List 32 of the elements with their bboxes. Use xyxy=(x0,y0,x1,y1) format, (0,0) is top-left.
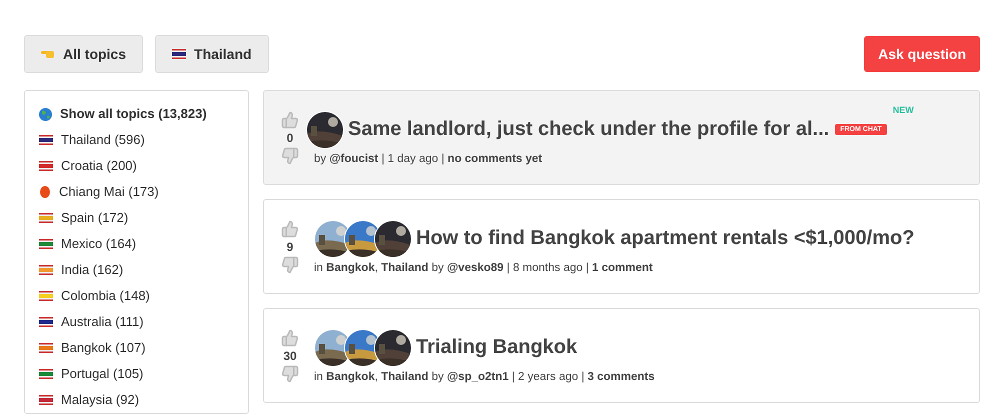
topic-link[interactable]: Croatia (200) xyxy=(39,157,248,175)
topic-link[interactable]: Colombia (148) xyxy=(39,287,248,305)
post-title[interactable]: Trialing Bangkok xyxy=(416,336,578,359)
upvote-icon[interactable] xyxy=(281,110,299,128)
topic-link[interactable]: Mexico (164) xyxy=(39,235,248,253)
upvote-icon[interactable] xyxy=(281,328,299,346)
post-meta: in Bangkok, Thailand by @vesko89 | 8 months ago | 1 comment xyxy=(314,262,654,274)
topic-link[interactable]: Spain (172) xyxy=(39,209,248,227)
vote-count: 30 xyxy=(283,348,297,362)
downvote-icon[interactable] xyxy=(281,364,299,382)
topic-link[interactable]: Show all topics (13,823) xyxy=(39,105,248,123)
filter-button[interactable]: All topics xyxy=(24,35,144,73)
upvote-icon[interactable] xyxy=(281,220,299,238)
filter-button[interactable]: Thailand xyxy=(155,35,269,73)
ask-question-button[interactable]: Ask question xyxy=(864,36,980,72)
vote-count: 0 xyxy=(286,130,294,144)
pointing-hand-icon xyxy=(41,49,55,59)
topic-link[interactable]: Chiang Mai (173) xyxy=(39,183,248,201)
downvote-icon[interactable] xyxy=(281,146,299,164)
post-title[interactable]: How to find Bangkok apartment rentals <$1,000/mo? xyxy=(416,227,914,250)
new-tag: NEW xyxy=(892,104,914,114)
post-meta: by @foucist | 1 day ago | no comments yet xyxy=(314,152,544,164)
topic-link[interactable]: Malaysia (92) xyxy=(39,391,248,409)
topic-link[interactable]: Thailand (596) xyxy=(39,131,248,149)
post-title[interactable]: Same landlord, just check under the profile for al... xyxy=(348,118,830,141)
downvote-icon[interactable] xyxy=(281,256,299,274)
topic-link[interactable]: India (162) xyxy=(39,261,248,279)
post-meta: in Bangkok, Thailand by @sp_o2tn1 | 2 years ago | 3 comments xyxy=(314,370,655,382)
topic-link[interactable]: Portugal (105) xyxy=(39,365,248,383)
topic-link[interactable]: Bangkok (107) xyxy=(39,339,248,357)
topic-link[interactable]: Australia (111) xyxy=(39,313,248,331)
vote-count: 9 xyxy=(286,240,294,254)
